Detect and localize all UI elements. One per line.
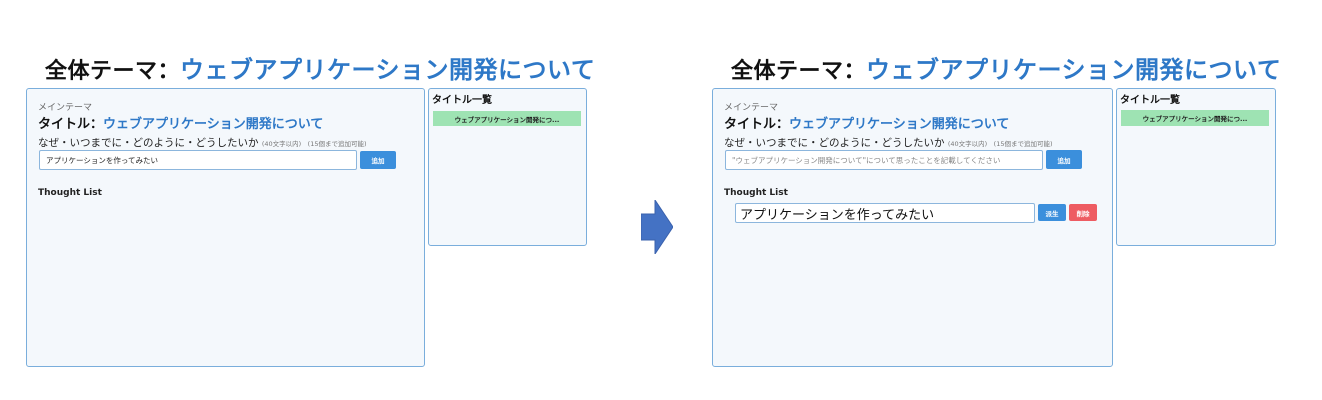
sidebar-title-item[interactable]: ウェブアプリケーション開発につ... — [1121, 110, 1269, 126]
thought-list-label: Thought List — [724, 188, 788, 198]
thought-input[interactable]: "ウェブアプリケーション開発について"について思ったことを記載してください — [725, 150, 1043, 170]
main-panel-before: メインテーマ タイトル：ウェブアプリケーション開発について なぜ・いつまでに・ど… — [26, 88, 425, 367]
overall-theme-value: ウェブアプリケーション開発について — [866, 56, 1282, 84]
overall-theme-prefix: 全体テーマ： — [731, 59, 867, 84]
question-text: なぜ・いつまでに・どのように・どうしたいか — [724, 137, 945, 149]
thought-item[interactable]: アプリケーションを作ってみたい — [735, 203, 1035, 223]
thought-list-label: Thought List — [38, 188, 102, 198]
add-button[interactable]: 追加 — [1046, 150, 1082, 169]
thought-input[interactable]: アプリケーションを作ってみたい — [39, 150, 357, 170]
right-arrow-icon — [641, 200, 673, 254]
delete-button[interactable]: 削除 — [1069, 204, 1097, 221]
title-line: タイトル：ウェブアプリケーション開発について — [724, 113, 1009, 132]
title-prefix: タイトル： — [724, 117, 790, 132]
title-line: タイトル：ウェブアプリケーション開発について — [38, 113, 323, 132]
question-prompt: なぜ・いつまでに・どのように・どうしたいか (40文字以内) (15個まで追加可… — [38, 135, 367, 150]
sidebar-title: タイトル一覧 — [432, 95, 492, 106]
overall-theme-heading-after: 全体テーマ：ウェブアプリケーション開発について — [731, 50, 1281, 85]
question-text: なぜ・いつまでに・どのように・どうしたいか — [38, 137, 259, 149]
main-theme-label: メインテーマ — [724, 103, 779, 113]
main-panel-after: メインテーマ タイトル：ウェブアプリケーション開発について なぜ・いつまでに・ど… — [712, 88, 1113, 367]
question-note: (40文字以内) (15個まで追加可能) — [261, 140, 367, 148]
title-prefix: タイトル： — [38, 117, 104, 132]
add-button[interactable]: 追加 — [360, 151, 396, 169]
derive-button[interactable]: 派生 — [1038, 204, 1066, 221]
sidebar-panel-after: タイトル一覧 ウェブアプリケーション開発につ... — [1116, 88, 1276, 246]
question-note: (40文字以内) (15個まで追加可能) — [947, 140, 1053, 148]
title-value: ウェブアプリケーション開発について — [789, 117, 1010, 132]
title-value: ウェブアプリケーション開発について — [103, 117, 324, 132]
sidebar-title: タイトル一覧 — [1120, 95, 1180, 106]
question-prompt: なぜ・いつまでに・どのように・どうしたいか (40文字以内) (15個まで追加可… — [724, 135, 1053, 150]
overall-theme-prefix: 全体テーマ： — [45, 59, 181, 84]
sidebar-title-item[interactable]: ウェブアプリケーション開発につ... — [433, 111, 581, 126]
overall-theme-heading-before: 全体テーマ：ウェブアプリケーション開発について — [45, 50, 595, 85]
sidebar-panel-before: タイトル一覧 ウェブアプリケーション開発につ... — [428, 88, 587, 246]
overall-theme-value: ウェブアプリケーション開発について — [180, 56, 596, 84]
main-theme-label: メインテーマ — [38, 103, 93, 113]
